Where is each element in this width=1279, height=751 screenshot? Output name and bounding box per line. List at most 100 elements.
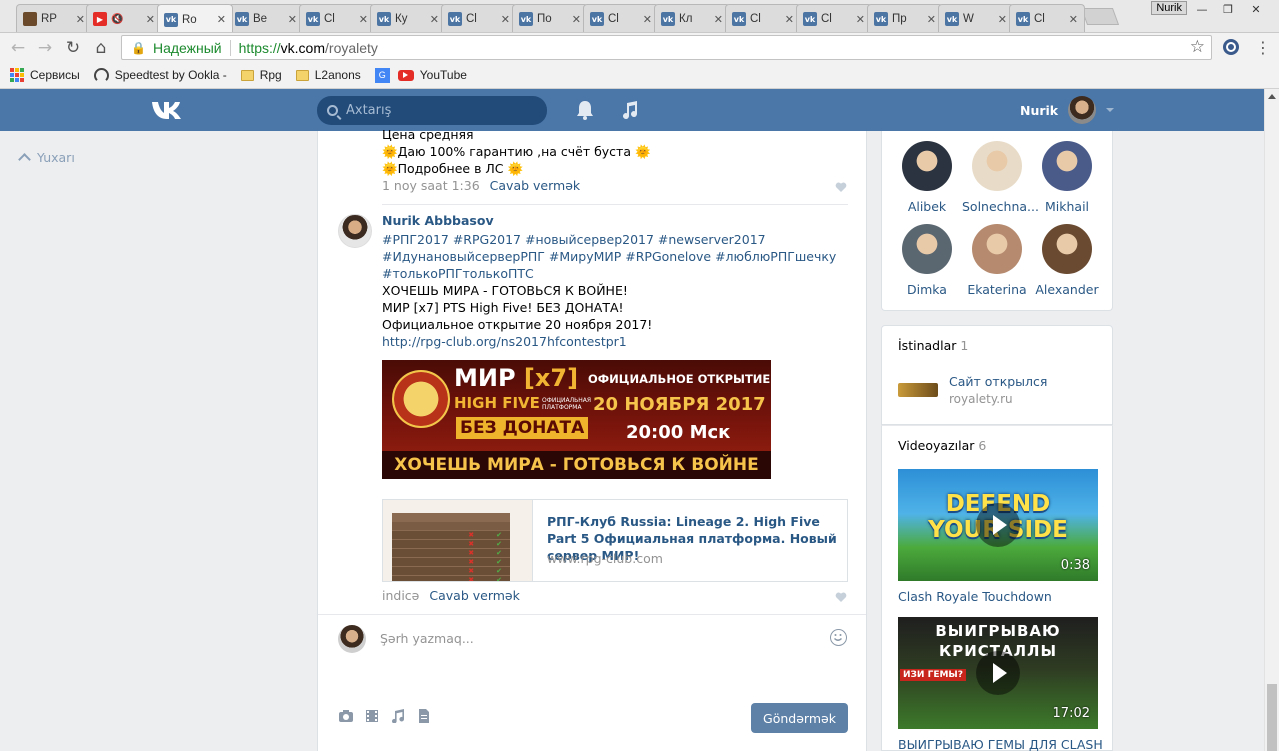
bookmark-rpg[interactable]: Rpg (240, 68, 282, 82)
browser-tab[interactable]: vk Кл ✕ (654, 4, 730, 32)
friend-item[interactable]: Alexander (1032, 224, 1102, 297)
browser-tab[interactable]: vk Cl ✕ (725, 4, 801, 32)
close-tab-icon[interactable]: ✕ (785, 13, 794, 26)
link-title[interactable]: Сайт открылся (949, 374, 1047, 389)
video-thumbnail[interactable]: ВЫИГРЫВАЮ КРИСТАЛЛЫ ИЗИ ГЕМЫ? 17:02 (898, 617, 1098, 729)
bookmark-star-icon[interactable]: ☆ (1190, 37, 1205, 57)
browser-tab[interactable]: vk Cl ✕ (796, 4, 872, 32)
friend-item[interactable]: Mikhail (1032, 141, 1102, 214)
speaker-icon[interactable]: 🔇 (111, 14, 123, 25)
google-translate-icon: G (374, 67, 390, 83)
forward-icon[interactable]: → (34, 37, 56, 59)
promo-banner-image[interactable]: МИР [x7] HIGH FIVE ОФИЦИАЛЬНАЯ ПЛАТФОРМА… (382, 360, 771, 479)
vk-logo-icon[interactable] (151, 99, 185, 121)
video-icon[interactable] (364, 709, 380, 723)
scroll-up-arrow-icon[interactable] (1268, 94, 1276, 99)
music-icon[interactable] (621, 100, 639, 120)
camera-icon[interactable] (338, 709, 354, 723)
tab-title: Cl (821, 13, 832, 25)
extension-icon[interactable] (1220, 36, 1242, 58)
new-tab-button[interactable] (1080, 8, 1120, 25)
hashtags-line[interactable]: #ИдунановыйсерверРПГ #МируМИР #RPGonelov… (382, 248, 836, 265)
bookmark-youtube[interactable]: YouTube (397, 68, 467, 82)
bookmark-apps[interactable]: Сервисы (10, 68, 80, 82)
close-tab-icon[interactable]: ✕ (998, 13, 1007, 26)
browser-tab[interactable]: vk W ✕ (938, 4, 1014, 32)
close-tab-icon[interactable]: ✕ (359, 13, 368, 26)
browser-tab[interactable]: vk Cl ✕ (299, 4, 375, 32)
close-tab-icon[interactable]: ✕ (856, 13, 865, 26)
search-icon (327, 105, 338, 116)
site-logo-image[interactable] (898, 383, 938, 397)
author-avatar[interactable] (338, 214, 372, 248)
close-tab-icon[interactable]: ✕ (288, 13, 297, 26)
minimize-icon[interactable]: — (1189, 0, 1215, 18)
close-tab-icon[interactable]: ✕ (430, 13, 439, 26)
friend-item[interactable]: Dimka (892, 224, 962, 297)
hashtags-line[interactable]: #толькоРПГтолькоПТС (382, 265, 534, 282)
close-tab-icon[interactable]: ✕ (501, 13, 510, 26)
browser-tab[interactable]: vk Cl ✕ (441, 4, 517, 32)
bell-icon[interactable] (576, 100, 594, 120)
home-icon[interactable]: ⌂ (90, 37, 112, 59)
search-box[interactable] (317, 96, 547, 125)
video-title[interactable]: ВЫИГРЫВАЮ ГЕМЫ ДЛЯ CLASH (898, 737, 1103, 751)
browser-tab[interactable]: vk По ✕ (512, 4, 588, 32)
friend-item[interactable]: Ekaterina (962, 224, 1032, 297)
heart-icon[interactable] (835, 182, 847, 193)
browser-tab[interactable]: RP ✕ (16, 4, 92, 32)
block-heading[interactable]: İstinadlar 1 (898, 338, 968, 353)
friend-item[interactable]: Alibek (892, 141, 962, 214)
close-tab-icon[interactable]: ✕ (572, 13, 581, 26)
close-tab-icon[interactable]: ✕ (146, 13, 155, 26)
browser-tab[interactable]: ▶ 🔇 ✕ (86, 4, 162, 32)
back-icon[interactable]: ← (7, 37, 29, 59)
author-name[interactable]: Nurik Abbbasov (382, 213, 494, 228)
restore-icon[interactable]: ❐ (1215, 0, 1241, 18)
close-tab-icon[interactable]: ✕ (217, 13, 226, 26)
friend-name: Dimka (907, 282, 947, 297)
menu-icon[interactable]: ⋮ (1252, 36, 1274, 58)
friend-item[interactable]: Solnechna... (962, 141, 1039, 214)
close-window-icon[interactable]: ✕ (1243, 0, 1269, 18)
close-tab-icon[interactable]: ✕ (1069, 13, 1078, 26)
close-tab-icon[interactable]: ✕ (643, 13, 652, 26)
video-title[interactable]: Clash Royale Touchdown (898, 589, 1052, 604)
close-tab-icon[interactable]: ✕ (927, 13, 936, 26)
block-heading[interactable]: Videoyazılar 6 (898, 438, 986, 453)
comment-input[interactable] (380, 628, 820, 648)
send-button[interactable]: Göndərmək (751, 703, 848, 733)
browser-tab[interactable]: vk Be ✕ (228, 4, 304, 32)
video-thumbnail[interactable]: DEFEND YOUR SIDE 0:38 (898, 469, 1098, 581)
comment-time[interactable]: 1 noy saat 1:36 (382, 178, 480, 193)
search-input[interactable] (346, 103, 526, 118)
browser-tab[interactable]: vk Ку ✕ (370, 4, 446, 32)
close-tab-icon[interactable]: ✕ (714, 13, 723, 26)
link-snippet[interactable]: ✖ ✔ ✖ ✔ ✖ ✔ ✖ ✔ ✖ ✔ ✖ ✔ РПГ-Клуб Russia: Linea… (382, 499, 848, 582)
browser-tab[interactable]: vk Cl ✕ (583, 4, 659, 32)
reply-link[interactable]: Cavab vermək (429, 588, 519, 603)
bookmark-speedtest[interactable]: Speedtest by Ookla - Th (93, 67, 227, 83)
browser-tab[interactable]: vk Cl ✕ (1009, 4, 1085, 32)
close-tab-icon[interactable]: ✕ (76, 13, 85, 26)
comment-time[interactable]: indicə (382, 588, 419, 603)
browser-tab[interactable]: vk Пр ✕ (867, 4, 943, 32)
reply-link[interactable]: Cavab vermək (490, 178, 580, 193)
heart-icon[interactable] (835, 592, 847, 603)
comment-text-line: ХОЧЕШЬ МИРА - ГОТОВЬСЯ К ВОЙНЕ! (382, 283, 628, 298)
bookmark-l2anons[interactable]: L2anons (295, 68, 361, 82)
document-icon[interactable] (416, 709, 432, 723)
user-menu[interactable]: Nurik (1020, 96, 1115, 124)
emoji-icon[interactable] (830, 629, 847, 646)
page-scrollbar[interactable] (1264, 89, 1279, 751)
hashtags-line[interactable]: #РПГ2017 #RPG2017 #новыйсервер2017 #news… (382, 231, 766, 248)
back-to-top-button[interactable]: Yuxarı (18, 150, 75, 166)
audio-icon[interactable] (390, 709, 406, 723)
external-link[interactable]: http://rpg-club.org/ns2017hfcontestpr1 (382, 333, 627, 350)
bookmark-translate[interactable]: G (374, 67, 390, 83)
browser-tab[interactable]: vk Ro ✕ (157, 4, 233, 32)
scroll-thumb[interactable] (1267, 684, 1277, 751)
profile-badge[interactable]: Nurik (1151, 1, 1187, 15)
reload-icon[interactable]: ↻ (62, 37, 84, 59)
address-bar[interactable]: 🔒 Надежный https://vk.com/royalety ☆ (121, 35, 1212, 60)
